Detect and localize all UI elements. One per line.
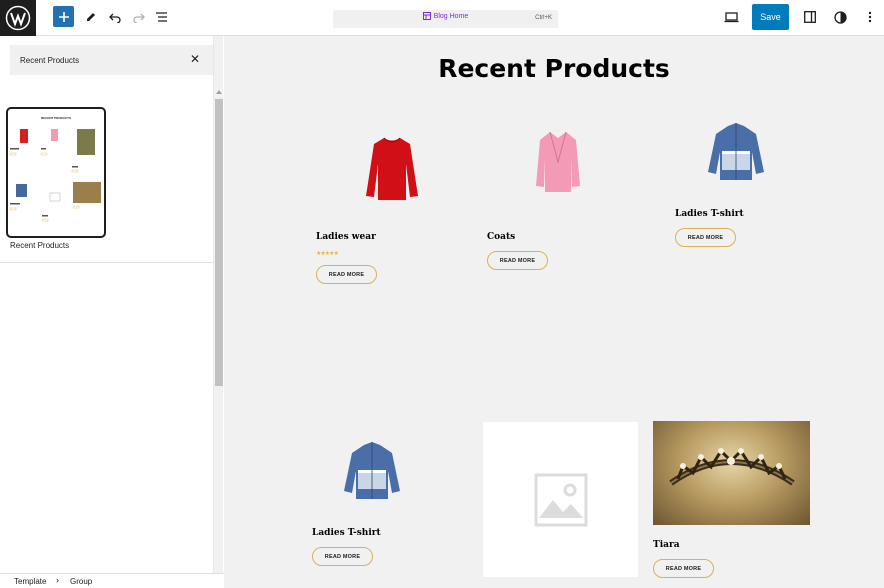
list-view-icon (155, 12, 167, 22)
read-more-button[interactable]: READ MORE (653, 559, 714, 578)
desktop-icon (724, 12, 738, 23)
scroll-up-arrow[interactable] (216, 90, 222, 94)
more-vertical-icon (868, 11, 872, 23)
editor-canvas: Recent Products Ladies wear ★★★★★ READ M… (224, 36, 884, 588)
block-breadcrumb: Template › Group (0, 573, 224, 588)
contrast-icon (833, 10, 847, 24)
command-title: Blog Home (333, 12, 558, 20)
product-image-red-blouse (366, 137, 418, 200)
editor-toolbar: Blog Home Ctrl+K Save (0, 0, 884, 36)
undo-icon (108, 13, 121, 23)
panel-divider (0, 262, 213, 263)
clear-search-icon[interactable]: ✕ (190, 52, 200, 66)
tools-button[interactable] (80, 6, 102, 28)
page-title: Recent Products (438, 54, 670, 83)
command-title-text: Blog Home (433, 13, 469, 20)
save-button[interactable]: Save (752, 4, 789, 30)
pattern-label: Recent Products (10, 241, 70, 250)
product-image-pink-coat (536, 131, 580, 192)
sidebar-icon (804, 11, 816, 23)
undo-button[interactable] (104, 6, 126, 28)
command-shortcut: Ctrl+K (535, 15, 552, 21)
image-placeholder-icon (534, 473, 588, 527)
read-more-button[interactable]: READ MORE (312, 547, 373, 566)
read-more-button[interactable]: READ MORE (675, 228, 736, 247)
wordpress-icon (5, 5, 31, 31)
redo-icon (132, 13, 145, 23)
command-palette-bar[interactable]: Blog Home Ctrl+K (333, 10, 558, 28)
product-name[interactable]: Ladies T-shirt (312, 528, 381, 538)
read-more-button[interactable]: READ MORE (487, 251, 548, 270)
product-name[interactable]: Ladies wear (316, 232, 376, 242)
breadcrumb-item[interactable]: Group (70, 577, 92, 586)
product-rating: ★★★★★ (316, 251, 339, 257)
redo-button[interactable] (127, 6, 149, 28)
product-image-tiara (653, 421, 810, 525)
preview-device-button[interactable] (720, 6, 742, 28)
search-input-value: Recent Products (20, 56, 80, 65)
pencil-icon (87, 13, 95, 21)
pattern-preview-recent-products[interactable]: RECENT PRODUCTS (6, 107, 106, 238)
plus-icon (58, 11, 69, 22)
styles-button[interactable] (829, 6, 851, 28)
product-name[interactable]: Coats (487, 232, 515, 242)
wordpress-logo-button[interactable] (0, 0, 36, 36)
settings-sidebar-toggle[interactable] (799, 6, 821, 28)
chevron-right-icon: › (56, 575, 59, 585)
product-name[interactable]: Tiara (653, 540, 680, 550)
thumbnail-title: RECENT PRODUCTS (41, 116, 71, 120)
block-inserter-panel: Recent Products ✕ RECENT PRODUCTS Recent… (0, 36, 213, 573)
options-menu-button[interactable] (859, 6, 881, 28)
inserter-scrollbar[interactable] (213, 36, 223, 573)
pattern-thumbnail: RECENT PRODUCTS (9, 116, 101, 222)
product-image-placeholder (483, 422, 638, 577)
read-more-button[interactable]: READ MORE (316, 265, 377, 284)
layout-icon (422, 12, 431, 20)
block-inserter-toggle[interactable] (53, 6, 74, 27)
pattern-search-input[interactable]: Recent Products ✕ (10, 45, 213, 75)
product-name[interactable]: Ladies T-shirt (675, 209, 744, 219)
document-overview-button[interactable] (150, 6, 172, 28)
scroll-thumb[interactable] (215, 99, 223, 386)
product-image-blue-jacket (344, 442, 400, 499)
breadcrumb-item[interactable]: Template (14, 577, 46, 586)
product-image-blue-jacket (708, 123, 764, 180)
tiara-icon (669, 448, 795, 486)
